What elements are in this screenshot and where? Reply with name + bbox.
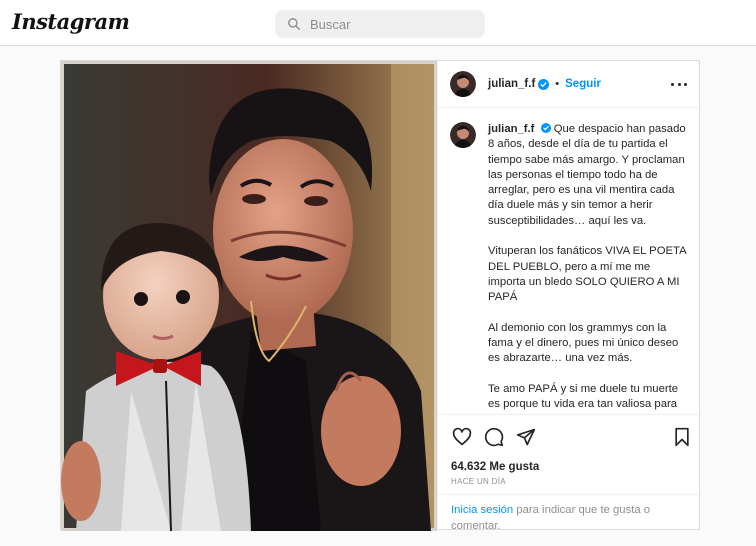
caption-avatar[interactable] <box>450 122 476 148</box>
login-link[interactable]: Inicia sesión <box>451 504 513 516</box>
caption-paragraph-1: Que despacio han pasado 8 años, desde el… <box>488 123 686 227</box>
top-navigation-bar: Instagram <box>0 0 756 46</box>
post-actions-section: 64.632 Me gusta HACE UN DÍA Inicia sesió… <box>438 414 701 534</box>
search-input[interactable] <box>310 16 470 32</box>
action-icons-row <box>452 427 692 449</box>
avatar[interactable] <box>450 71 476 97</box>
caption-area: julian_f.f Que despacio han pasado 8 año… <box>438 108 701 413</box>
share-icon[interactable] <box>516 427 536 447</box>
caption-paragraph-3: Al demonio con los grammys con la fama y… <box>488 321 679 365</box>
login-prompt: Inicia sesión para indicar que te gusta … <box>438 494 701 534</box>
post-side-panel: julian_f.f • Seguir julian_f.f Que despa… <box>437 61 701 534</box>
separator-dot: • <box>555 78 560 90</box>
search-icon <box>288 18 300 30</box>
caption-paragraph-4: Te amo PAPÁ y si me duele tu muerte es p… <box>488 383 679 411</box>
caption-paragraph-2: Vituperan los fanáticos VIVA EL POETA DE… <box>488 245 687 304</box>
post-card: julian_f.f • Seguir julian_f.f Que despa… <box>60 60 701 534</box>
more-options-icon[interactable] <box>671 78 687 90</box>
heart-icon[interactable] <box>452 427 472 447</box>
username-link[interactable]: julian_f.f <box>488 78 535 90</box>
bookmark-icon[interactable] <box>672 427 692 447</box>
instagram-logo[interactable]: Instagram <box>12 9 130 34</box>
caption-username[interactable]: julian_f.f <box>488 123 534 135</box>
post-photo[interactable] <box>61 61 437 531</box>
post-header: julian_f.f • Seguir <box>438 61 701 108</box>
post-timestamp[interactable]: HACE UN DÍA <box>451 477 506 486</box>
follow-button[interactable]: Seguir <box>565 78 601 90</box>
verified-badge-icon <box>540 123 551 133</box>
search-box[interactable] <box>275 10 485 38</box>
photo-illustration <box>61 61 437 531</box>
caption-paragraph: julian_f.f Que despacio han pasado 8 año… <box>488 122 689 229</box>
like-count[interactable]: 64.632 Me gusta <box>451 461 539 473</box>
caption-text: julian_f.f Que despacio han pasado 8 año… <box>488 122 689 413</box>
verified-badge-icon <box>538 78 550 90</box>
comment-icon[interactable] <box>484 427 504 447</box>
